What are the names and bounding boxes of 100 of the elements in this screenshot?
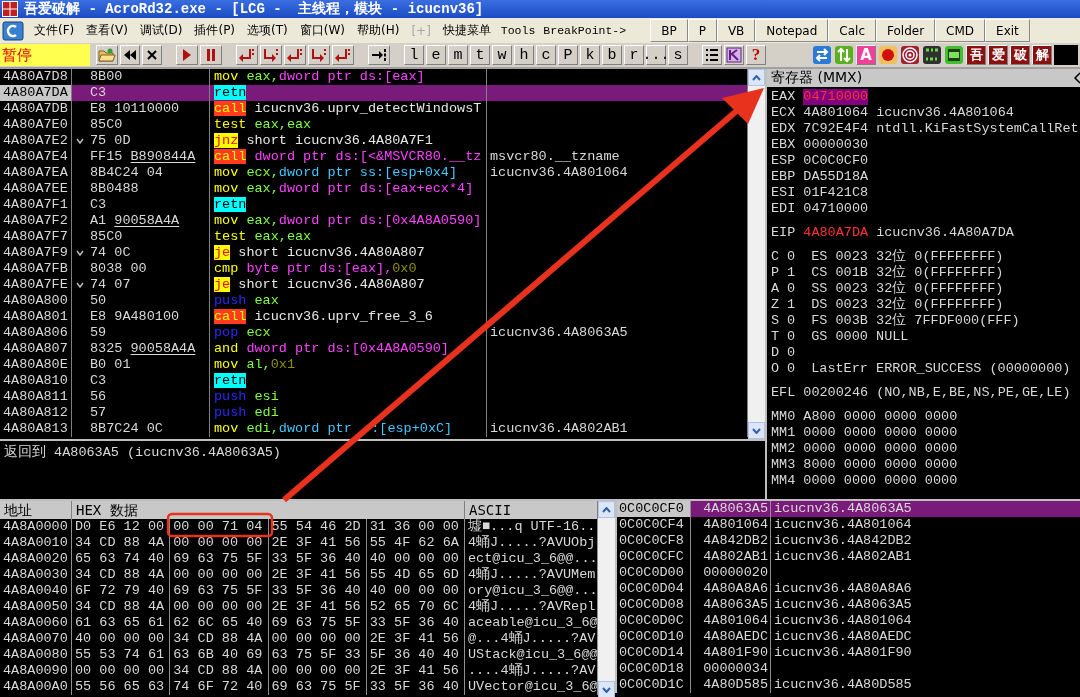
brand-button[interactable]: 吾 (966, 45, 986, 65)
quick-button[interactable]: Folder (876, 19, 936, 42)
menu-item[interactable]: 文件(F) (28, 22, 81, 39)
register-value[interactable]: A800 0000 0000 0000 (803, 409, 958, 425)
rewind-icon[interactable] (120, 45, 140, 65)
menu-item[interactable]: 窗口(W) (293, 22, 351, 39)
hex-cell: 8B4C24 04 (72, 165, 210, 181)
window-letter-button[interactable]: r (624, 45, 644, 65)
hex-cell: 69 63 75 5F (170, 583, 269, 599)
quick-button[interactable]: VB (716, 19, 756, 42)
pause-icon[interactable] (200, 45, 222, 65)
scroll-down-icon[interactable] (602, 686, 611, 693)
scroll-up-icon[interactable] (752, 74, 761, 81)
register-comment: icucnv36.4A801064 (876, 105, 1014, 121)
close-icon[interactable] (142, 45, 162, 65)
address-cell: 4A8A0020 (0, 551, 72, 567)
quick-button[interactable]: Notepad (755, 19, 829, 42)
register-name: EBX (771, 137, 796, 153)
chevron-left-icon[interactable] (1072, 72, 1080, 84)
quick-button[interactable]: P (687, 19, 717, 42)
window-letter-button[interactable]: P (558, 45, 578, 65)
flag-value[interactable]: 0 (787, 361, 796, 377)
brand-button[interactable]: 破 (1010, 45, 1030, 65)
binary-icon[interactable] (922, 45, 942, 65)
register-value[interactable]: 01F421C8 (803, 185, 869, 201)
menu-item[interactable]: 插件(P) (188, 22, 242, 39)
window-letter-button[interactable]: b (602, 45, 622, 65)
window-letter-button[interactable]: h (514, 45, 534, 65)
register-value[interactable]: 0000 0000 0000 0000 (803, 441, 958, 457)
scrollbar[interactable] (748, 69, 765, 439)
register-value[interactable]: 0000 0000 0000 0000 (803, 425, 958, 441)
app-menu-icon[interactable] (2, 20, 24, 41)
play-icon[interactable] (176, 45, 198, 65)
menu-item[interactable]: 帮助(H) (351, 22, 406, 39)
segment-text: ES 0023 32位 0(FFFFFFFF) (811, 249, 1004, 265)
register-value[interactable]: 00200246 (803, 385, 869, 401)
flag-value[interactable]: 1 (787, 297, 796, 313)
menu-item[interactable]: 选项(T) (241, 22, 294, 39)
flag-value[interactable]: 0 (787, 281, 796, 297)
hex-cell: 69 63 75 5F (170, 551, 269, 567)
ascii-button[interactable]: A (856, 45, 876, 65)
register-value[interactable]: 04710000 (803, 201, 869, 217)
quick-button[interactable]: Exit (985, 19, 1030, 42)
register-name: ECX (771, 105, 796, 121)
flag-value[interactable]: 1 (787, 265, 796, 281)
menu-item[interactable]: BreakPoint-> (539, 24, 631, 37)
window-icon[interactable] (944, 45, 964, 65)
register-value[interactable]: DA55D18A (803, 169, 869, 185)
hex-cell: 00 00 00 00 (170, 599, 269, 615)
hex-cell: 52 65 70 6C (366, 599, 465, 615)
segment-text: CS 001B 32位 0(FFFFFFFF) (811, 265, 1004, 281)
window-letter-button[interactable]: c (536, 45, 556, 65)
grid-icon[interactable] (724, 45, 744, 65)
address-cell: 4A80A813 (0, 421, 72, 437)
scrollbar[interactable] (598, 501, 615, 697)
register-value[interactable]: 0C0C0CF0 (803, 153, 869, 169)
hex-cell: A1 90058A4A (72, 213, 210, 229)
brand-button[interactable]: 爱 (988, 45, 1008, 65)
flag-value[interactable]: 0 (787, 313, 796, 329)
up-down-arrows-icon[interactable] (834, 45, 854, 65)
value-cell: 4A842DB2 (691, 533, 771, 549)
register-value[interactable]: 00000030 (803, 137, 869, 153)
register-value[interactable]: 7C92E4F4 (803, 121, 869, 137)
list-icon[interactable] (702, 45, 722, 65)
window-letter-button[interactable]: s (668, 45, 688, 65)
window-letter-button[interactable]: m (448, 45, 468, 65)
flag-value[interactable]: 0 (787, 249, 796, 265)
window-letter-button[interactable]: w (492, 45, 512, 65)
quick-button[interactable]: Calc (828, 19, 876, 42)
menu-item[interactable]: Tools (496, 24, 540, 37)
hex-cell: 34 CD 88 4A (170, 663, 269, 679)
column-header[interactable]: 地址 (0, 501, 72, 519)
record-icon[interactable] (878, 45, 898, 65)
quick-button[interactable]: CMD (935, 19, 986, 42)
window-letter-button[interactable]: ... (646, 45, 666, 65)
register-value[interactable]: 0000 0000 0000 0000 (803, 473, 958, 489)
open-folder-icon[interactable] (96, 45, 118, 65)
menu-item[interactable]: 查看(V) (80, 22, 134, 39)
target-icon[interactable] (900, 45, 920, 65)
menu-item[interactable]: 快捷菜单 (436, 22, 497, 39)
flag-value[interactable]: 0 (787, 329, 796, 345)
column-header[interactable]: HEX 数据 (72, 501, 465, 519)
scroll-down-icon[interactable] (752, 427, 761, 434)
window-letter-button[interactable]: e (426, 45, 446, 65)
help-button[interactable]: ? (746, 45, 766, 65)
quick-button[interactable]: BP (650, 19, 688, 42)
register-value[interactable]: 4A80A7DA (803, 225, 869, 241)
window-letter-button[interactable]: l (404, 45, 424, 65)
swap-arrows-icon[interactable] (812, 45, 832, 65)
window-letter-button[interactable]: k (580, 45, 600, 65)
flag-value[interactable]: 0 (787, 345, 796, 361)
window-letter-button[interactable]: t (470, 45, 490, 65)
panel-title: 寄存器 (MMX) (771, 69, 863, 87)
address-cell: 4A8A0040 (0, 583, 72, 599)
comment-cell-text: icucnv36.4A842DB2 (773, 533, 913, 549)
scroll-up-icon[interactable] (602, 506, 611, 513)
register-value[interactable]: 8000 0000 0000 0000 (803, 457, 958, 473)
brand-button[interactable]: 解 (1032, 45, 1052, 65)
menu-item[interactable]: 调试(D) (133, 22, 189, 39)
register-value[interactable]: 4A801064 (803, 105, 869, 121)
